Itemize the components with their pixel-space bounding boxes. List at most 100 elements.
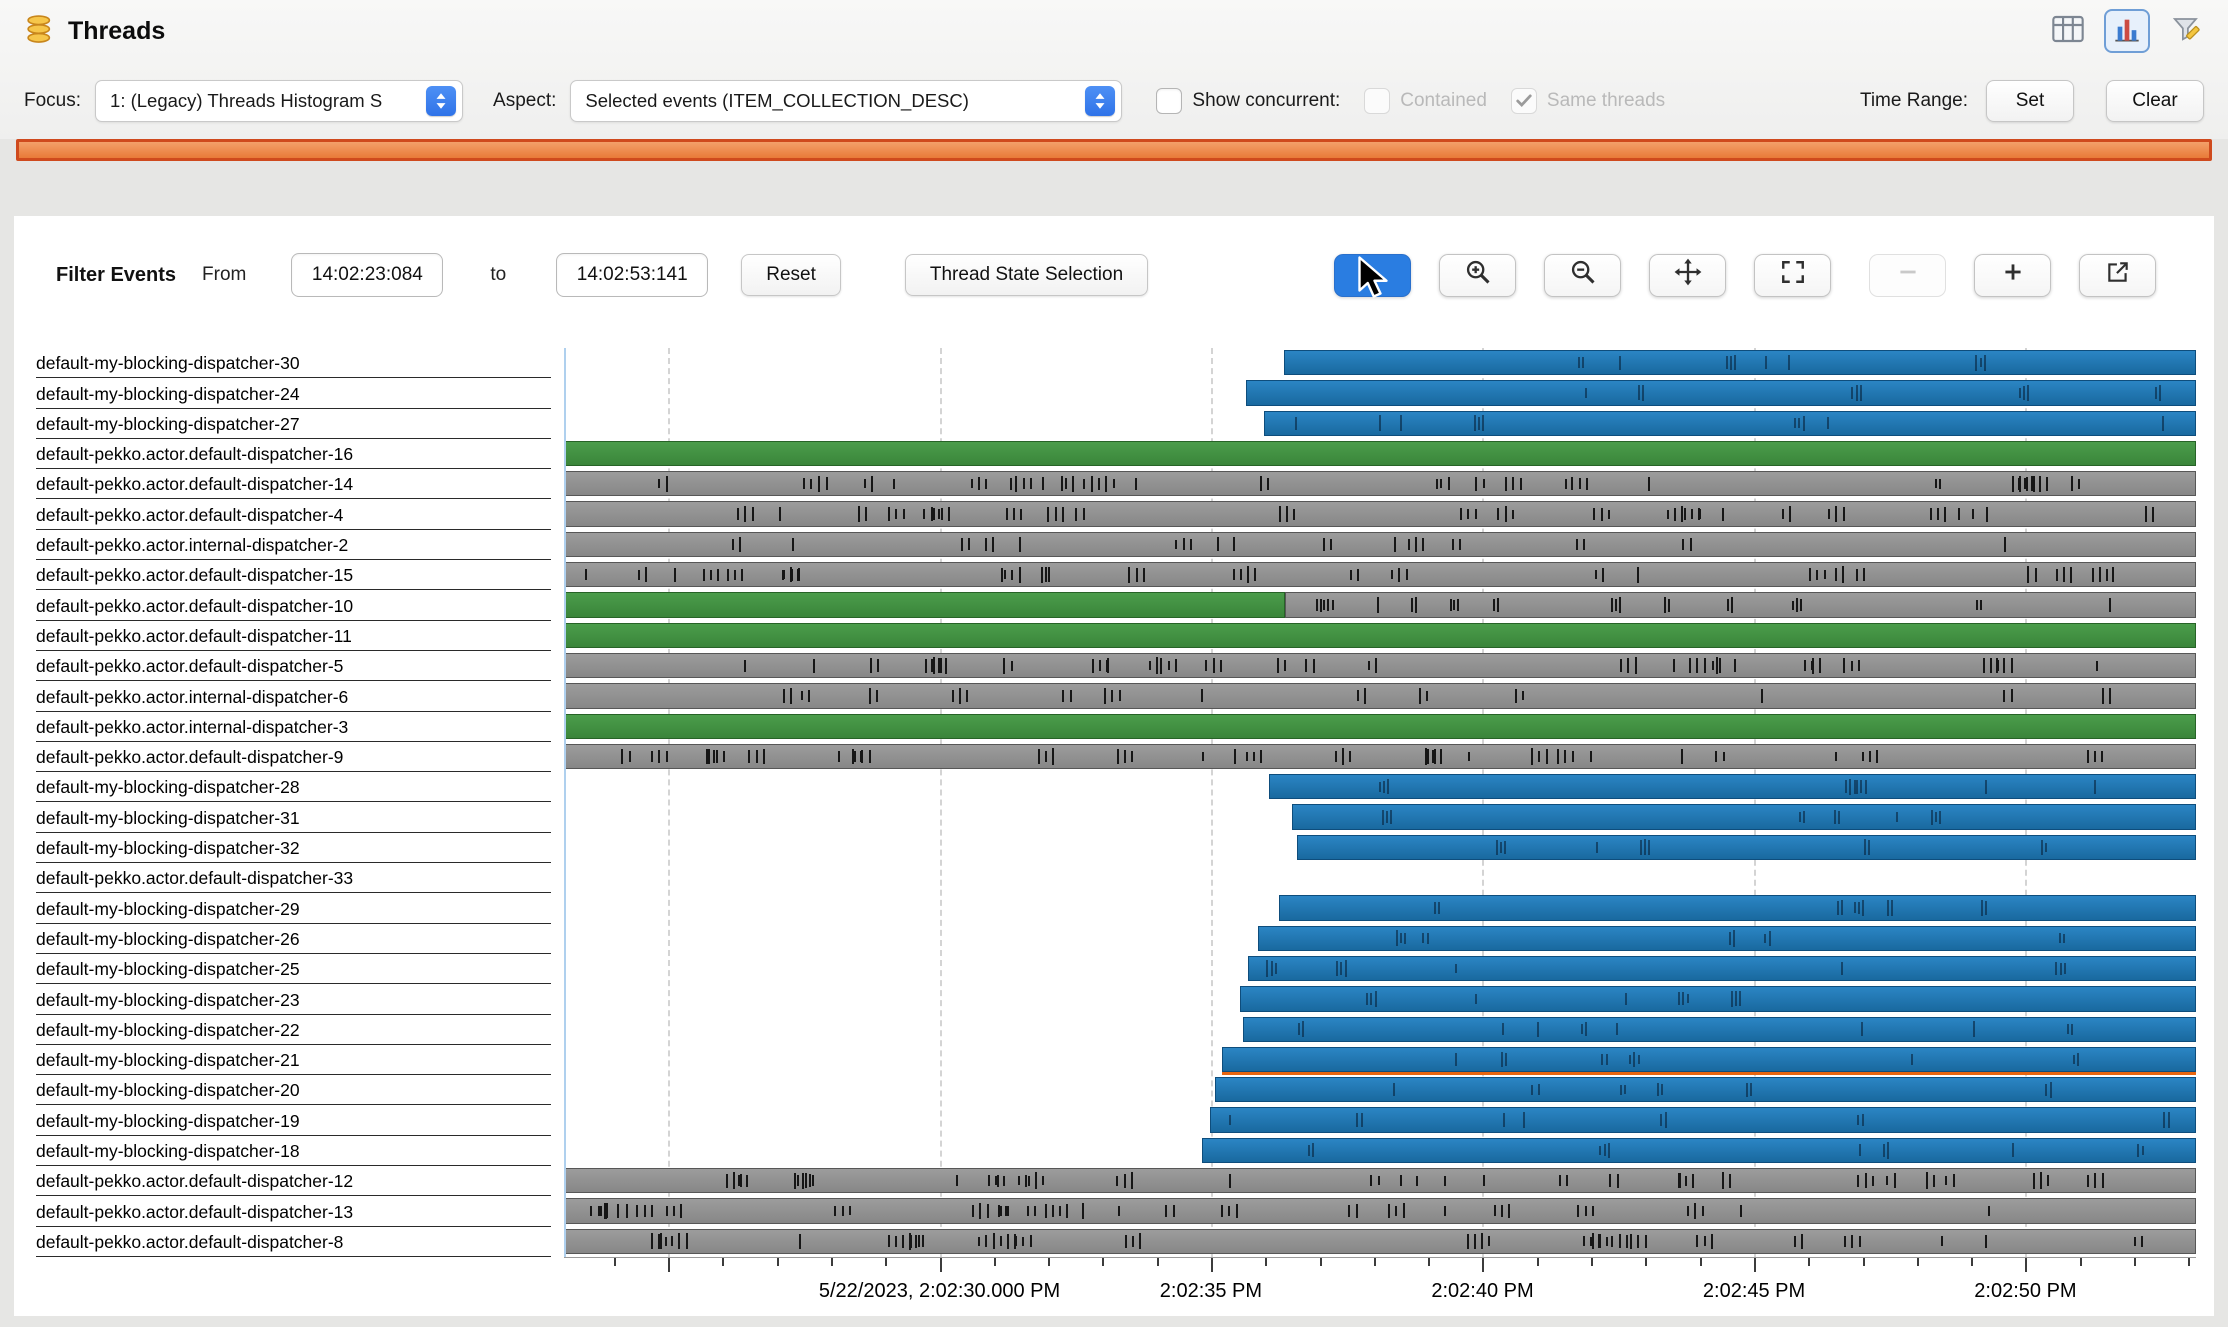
thread-lane[interactable] [564, 439, 2196, 469]
thread-label[interactable]: default-pekko.actor.default-dispatcher-4 [36, 499, 551, 530]
plus-button[interactable] [1974, 253, 2051, 297]
thread-lane[interactable] [564, 1075, 2196, 1105]
filter-edit-icon[interactable] [2170, 14, 2202, 49]
thread-label[interactable]: default-pekko.actor.default-dispatcher-1… [36, 1166, 551, 1197]
thread-label[interactable]: default-my-blocking-dispatcher-22 [36, 1015, 551, 1045]
thread-state-bar[interactable] [1269, 774, 2196, 800]
thread-label[interactable]: default-pekko.actor.default-dispatcher-8 [36, 1227, 551, 1257]
thread-lane[interactable] [564, 984, 2196, 1014]
thread-label[interactable]: default-my-blocking-dispatcher-31 [36, 802, 551, 833]
thread-label[interactable]: default-pekko.actor.default-dispatcher-1… [36, 1196, 551, 1227]
thread-label[interactable]: default-pekko.actor.default-dispatcher-1… [36, 439, 551, 470]
thread-state-bar[interactable] [564, 743, 2196, 770]
thread-label[interactable]: default-pekko.actor.internal-dispatcher-… [36, 681, 551, 712]
thread-state-bar[interactable] [564, 440, 2196, 467]
reset-button[interactable]: Reset [741, 254, 841, 296]
thread-lane[interactable] [564, 590, 2196, 620]
thread-state-bar[interactable] [1247, 955, 2196, 982]
thread-label[interactable]: default-pekko.actor.default-dispatcher-1… [36, 621, 551, 651]
thread-label[interactable]: default-pekko.actor.default-dispatcher-9 [36, 742, 551, 773]
thread-lane[interactable] [564, 712, 2196, 742]
thread-state-bar[interactable] [564, 622, 2196, 648]
thread-state-bar[interactable] [564, 683, 2196, 709]
thread-lane[interactable] [564, 1015, 2196, 1045]
thread-lane[interactable] [564, 1196, 2196, 1226]
thread-lane[interactable] [564, 863, 2196, 893]
thread-lane[interactable] [564, 560, 2196, 590]
thread-state-bar[interactable] [1210, 1107, 2196, 1133]
timeline-lanes[interactable] [564, 348, 2196, 1257]
thread-lane[interactable] [564, 348, 2196, 378]
thread-state-selection-button[interactable]: Thread State Selection [904, 254, 1149, 296]
thread-lane[interactable] [564, 924, 2196, 954]
thread-state-bar[interactable] [1285, 592, 2196, 618]
thread-label[interactable]: default-pekko.actor.internal-dispatcher-… [36, 712, 551, 742]
thread-label[interactable]: default-my-blocking-dispatcher-23 [36, 984, 551, 1015]
thread-lane[interactable] [564, 1045, 2196, 1076]
thread-state-bar[interactable] [564, 652, 2196, 679]
thread-label[interactable]: default-my-blocking-dispatcher-20 [36, 1075, 551, 1106]
thread-state-bar[interactable] [1283, 350, 2196, 376]
thread-label[interactable]: default-my-blocking-dispatcher-21 [36, 1045, 551, 1076]
thread-lane[interactable] [564, 893, 2196, 923]
zoom-out-button[interactable] [1544, 253, 1621, 297]
time-range-strip[interactable] [16, 139, 2212, 161]
time-range-set-button[interactable]: Set [1986, 79, 2074, 122]
thread-label[interactable]: default-pekko.actor.internal-dispatcher-… [36, 530, 551, 561]
thread-state-bar[interactable] [1202, 1137, 2196, 1164]
thread-state-bar[interactable] [1239, 986, 2196, 1012]
time-range-clear-button[interactable]: Clear [2106, 79, 2204, 122]
thread-label[interactable]: default-my-blocking-dispatcher-26 [36, 924, 551, 954]
thread-lane[interactable] [564, 621, 2196, 651]
thread-lane[interactable] [564, 469, 2196, 499]
thread-lane[interactable] [564, 833, 2196, 863]
pan-button[interactable] [1649, 253, 1726, 297]
thread-state-bar[interactable] [564, 713, 2196, 739]
thread-lane[interactable] [564, 651, 2196, 681]
thread-lane[interactable] [564, 1227, 2196, 1257]
thread-label[interactable]: default-my-blocking-dispatcher-24 [36, 378, 551, 409]
thread-label[interactable]: default-pekko.actor.default-dispatcher-1… [36, 590, 551, 621]
histogram-view-toggle[interactable] [2104, 9, 2150, 53]
thread-lane[interactable] [564, 1166, 2196, 1196]
thread-lane[interactable] [564, 742, 2196, 772]
thread-lane[interactable] [564, 772, 2196, 802]
thread-lane[interactable] [564, 802, 2196, 832]
thread-state-bar[interactable] [564, 592, 1286, 618]
thread-label[interactable]: default-my-blocking-dispatcher-30 [36, 348, 551, 379]
thread-state-bar[interactable] [564, 1198, 2196, 1224]
thread-state-bar[interactable] [564, 471, 2196, 497]
thread-state-bar[interactable] [1278, 895, 2196, 921]
zoom-in-button[interactable] [1439, 253, 1516, 297]
thread-lane[interactable] [564, 1136, 2196, 1166]
thread-lane[interactable] [564, 681, 2196, 711]
thread-lane[interactable] [564, 530, 2196, 560]
thread-label[interactable]: default-pekko.actor.default-dispatcher-5 [36, 651, 551, 682]
thread-state-bar[interactable] [564, 501, 2196, 527]
thread-label[interactable]: default-my-blocking-dispatcher-29 [36, 893, 551, 924]
thread-state-bar[interactable] [1215, 1077, 2196, 1103]
thread-state-bar[interactable] [1291, 804, 2196, 830]
thread-label[interactable]: default-my-blocking-dispatcher-18 [36, 1136, 551, 1167]
thread-lane[interactable] [564, 1105, 2196, 1135]
thread-lane[interactable] [564, 499, 2196, 529]
show-concurrent-checkbox[interactable] [1156, 87, 1183, 114]
thread-state-bar[interactable] [564, 1168, 2196, 1194]
focus-select[interactable]: 1: (Legacy) Threads Histogram S [95, 79, 464, 122]
thread-label[interactable]: default-pekko.actor.default-dispatcher-1… [36, 560, 551, 591]
thread-label[interactable]: default-my-blocking-dispatcher-25 [36, 954, 551, 985]
thread-state-bar[interactable] [564, 1228, 2196, 1254]
thread-label[interactable]: default-pekko.actor.default-dispatcher-3… [36, 863, 551, 894]
filter-from-input[interactable] [291, 253, 444, 297]
thread-lane[interactable] [564, 954, 2196, 984]
thread-label[interactable]: default-pekko.actor.default-dispatcher-1… [36, 469, 551, 500]
thread-state-bar[interactable] [564, 562, 2196, 588]
fit-to-window-button[interactable] [1754, 253, 1831, 297]
thread-state-bar[interactable] [564, 531, 2196, 558]
thread-state-bar[interactable] [1257, 925, 2196, 951]
thread-lane[interactable] [564, 409, 2196, 439]
thread-state-bar[interactable] [1221, 1046, 2196, 1076]
open-in-new-button[interactable] [2079, 253, 2156, 297]
thread-state-bar[interactable] [1296, 834, 2196, 861]
filter-to-input[interactable] [556, 253, 709, 297]
